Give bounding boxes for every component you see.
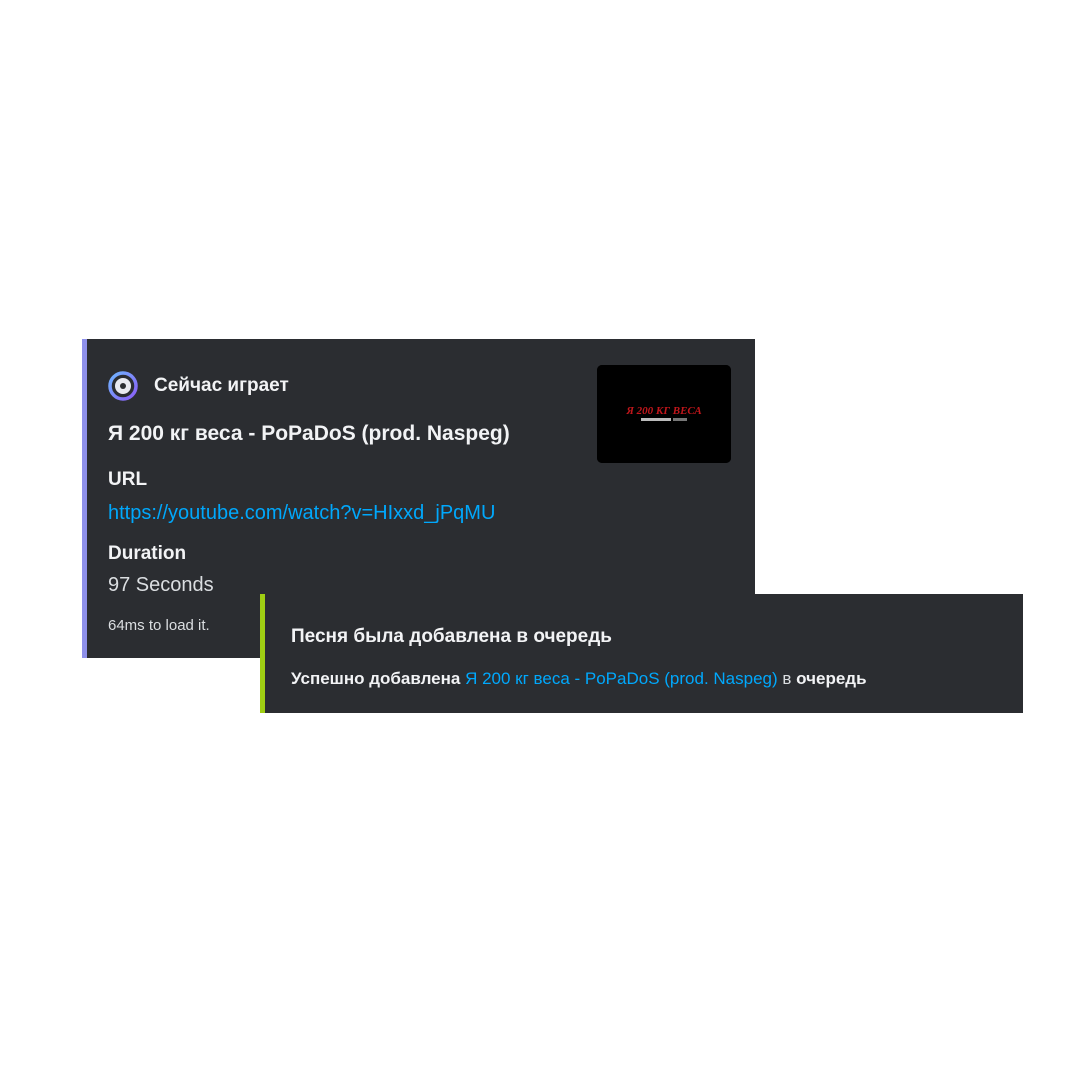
disc-icon <box>107 370 139 402</box>
queue-title: Песня была добавлена в очередь <box>291 626 612 647</box>
queue-song-link[interactable]: Я 200 кг веса - PoPaDoS (prod. Naspeg) <box>465 669 778 688</box>
queue-description: Успешно добавлена Я 200 кг веса - PoPaDo… <box>291 669 867 689</box>
queue-accent-bar <box>260 594 265 713</box>
screenshot-stage: Сейчас играет Я 200 кг веса - PoPaDoS (p… <box>0 0 1080 1080</box>
embed-accent-bar <box>82 339 87 658</box>
embed-author-name: Сейчас играет <box>154 375 289 396</box>
queue-prefix: Успешно добавлена <box>291 669 461 688</box>
duration-value: 97 Seconds <box>108 574 214 596</box>
queue-embed: Песня была добавлена в очередь Успешно д… <box>260 594 1023 713</box>
thumbnail-caption: Я 200 КГ ВЕСА <box>625 405 701 417</box>
queue-middle: в <box>782 669 792 688</box>
song-title: Я 200 кг веса - PoPaDoS (prod. Naspeg) <box>108 422 510 445</box>
embed-author: Сейчас играет <box>107 369 289 403</box>
embed-footer: 64ms to load it. <box>108 617 210 634</box>
queue-suffix: очередь <box>796 669 867 688</box>
youtube-link[interactable]: https://youtube.com/watch?v=HIxxd_jPqMU <box>108 502 495 525</box>
field-url-name: URL <box>108 469 148 490</box>
field-duration-name: Duration <box>108 543 187 564</box>
song-thumbnail[interactable]: Я 200 КГ ВЕСА <box>597 365 731 463</box>
